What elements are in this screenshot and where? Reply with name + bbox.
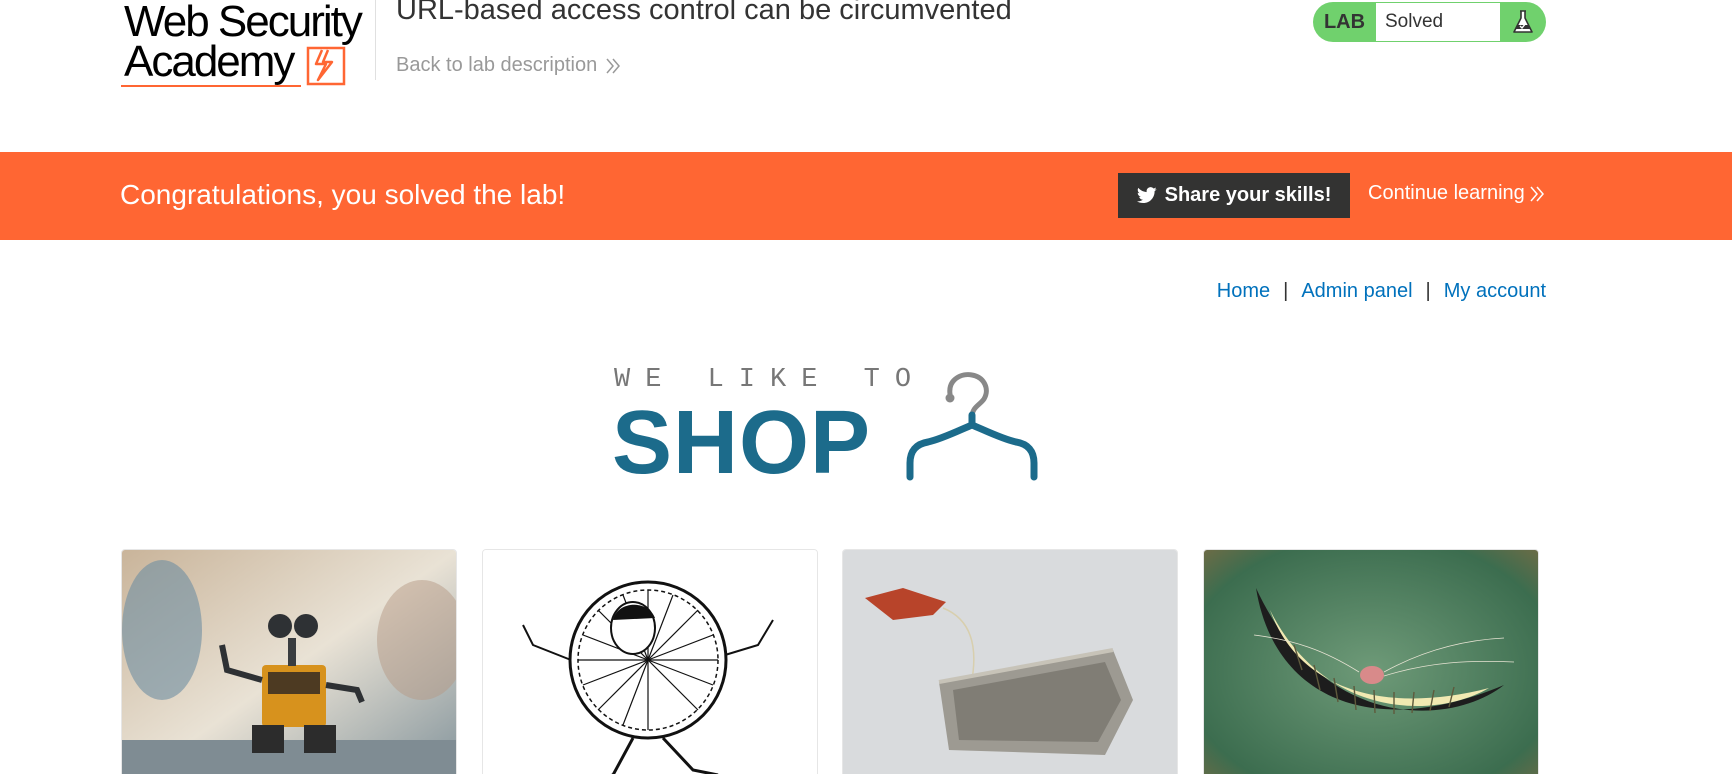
flask-icon	[1500, 9, 1546, 35]
toy-robot-photo	[122, 550, 456, 774]
web-security-academy-logo[interactable]: Web Security Academy	[121, 0, 371, 92]
shop-logo: WE LIKE TO SHOP	[612, 365, 1052, 493]
lab-header: Web Security Academy URL-based access co…	[0, 0, 1732, 152]
share-skills-label: Share your skills!	[1164, 184, 1332, 206]
product-image[interactable]	[121, 549, 457, 774]
logo-lightning-icon	[306, 46, 346, 86]
logo-underline	[121, 85, 301, 87]
shop-wordmark: SHOP	[612, 393, 872, 493]
continue-learning-link[interactable]: Continue learning	[1368, 182, 1545, 205]
product-image[interactable]	[842, 549, 1178, 774]
product-grid	[121, 549, 1541, 774]
continue-learning-label: Continue learning	[1368, 182, 1525, 204]
clothes-hanger-icon	[906, 372, 1038, 481]
twitter-icon	[1136, 187, 1157, 203]
back-link-label: Back to lab description	[396, 54, 598, 76]
back-to-lab-description-link[interactable]: Back to lab description	[396, 54, 621, 77]
congratulations-message: Congratulations, you solved the lab!	[120, 179, 566, 210]
lab-solved-banner: Congratulations, you solved the lab! Sha…	[0, 152, 1732, 240]
product-image[interactable]	[1203, 549, 1539, 774]
shop-tagline: WE LIKE TO	[614, 365, 927, 395]
nav-admin-panel-link[interactable]: Admin panel	[1301, 280, 1412, 303]
header-divider	[375, 0, 376, 80]
nav-home-link[interactable]: Home	[1217, 280, 1270, 303]
share-skills-button[interactable]: Share your skills!	[1118, 173, 1350, 218]
double-chevron-right-icon	[606, 58, 621, 73]
tea-bag-photo	[843, 550, 1177, 774]
nav-separator: |	[1425, 280, 1431, 302]
lab-status-value: Solved	[1376, 3, 1500, 41]
nav-separator: |	[1283, 280, 1289, 302]
lab-status-widget: LAB Solved	[1313, 2, 1546, 42]
lab-title: URL-based access control can be circumve…	[396, 0, 1012, 26]
product-image[interactable]	[482, 549, 818, 774]
lab-status-label: LAB	[1323, 10, 1366, 33]
top-nav: Home | Admin panel | My account	[1217, 280, 1546, 303]
logo-line2: Academy	[124, 37, 295, 86]
sunburst-man-illustration	[483, 550, 817, 774]
grinning-cat-smile	[1204, 550, 1538, 774]
nav-my-account-link[interactable]: My account	[1444, 280, 1546, 303]
double-chevron-right-icon	[1530, 186, 1544, 201]
